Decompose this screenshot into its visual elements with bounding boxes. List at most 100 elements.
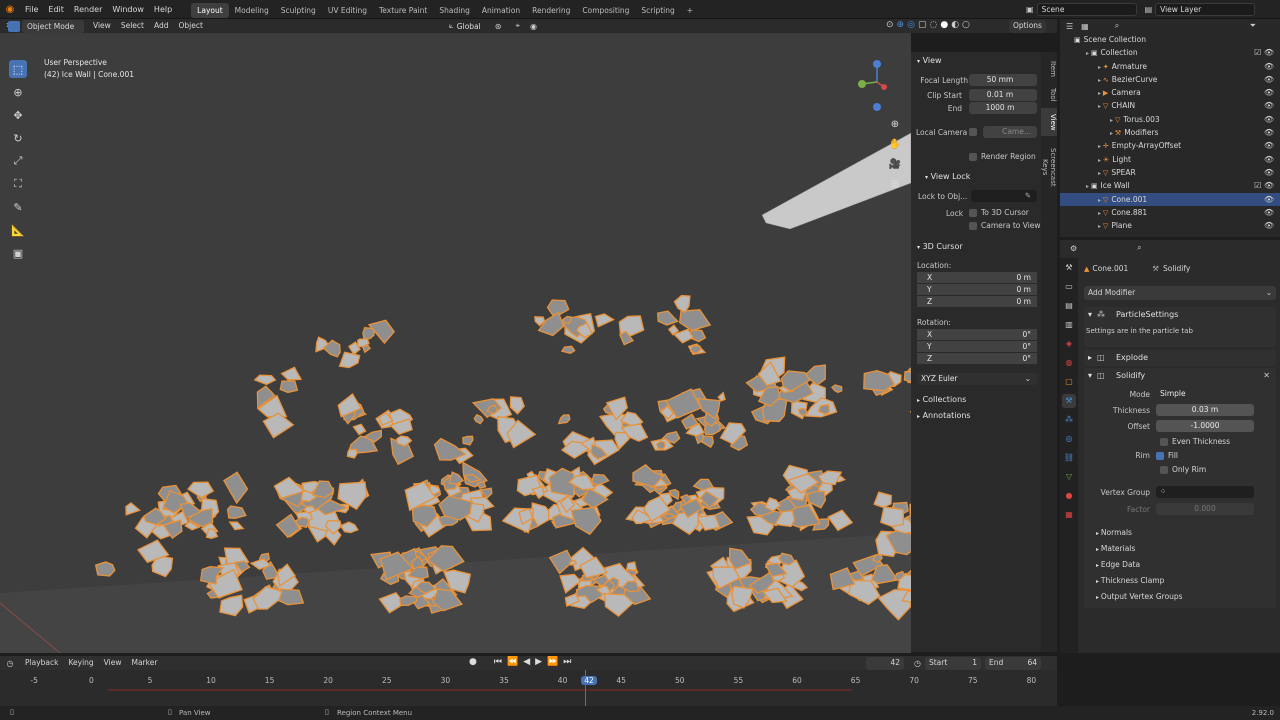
next-keyframe-icon[interactable]: ⏩	[547, 657, 558, 667]
wireframe-shading-icon[interactable]: ◌	[929, 20, 937, 30]
tab-shading[interactable]: Shading	[433, 3, 475, 18]
tab-animation[interactable]: Animation	[476, 3, 526, 18]
solid-shading-icon[interactable]: ●	[940, 20, 948, 30]
visibility-eye-icon[interactable]: 👁	[1264, 73, 1274, 86]
grid-icon[interactable]: ⊞	[887, 175, 903, 195]
3d-viewport[interactable]: User Perspective (42) Ice Wall | Cone.00…	[0, 33, 911, 653]
outliner-row[interactable]: ▸ ✛ Empty-ArrayOffset 👁	[1060, 139, 1280, 152]
tool-properties-icon[interactable]: ⚒	[1062, 261, 1076, 275]
record-icon[interactable]: ●	[469, 657, 477, 667]
data-properties-icon[interactable]: ▽	[1062, 470, 1076, 484]
solidify-mode-dropdown[interactable]: Simple	[1156, 388, 1254, 400]
outliner-row[interactable]: ▸ ▶ Camera 👁	[1060, 86, 1280, 99]
tab-scripting[interactable]: Scripting	[635, 3, 680, 18]
jump-end-icon[interactable]: ⏭	[563, 657, 571, 667]
ice-shard[interactable]	[903, 371, 911, 383]
view-layer-selector[interactable]: View Layer	[1155, 3, 1256, 16]
visibility-eye-icon[interactable]: 👁	[1264, 139, 1274, 152]
options-dropdown[interactable]: Options	[1009, 20, 1046, 33]
lock-to-3d-cursor-checkbox[interactable]	[969, 209, 977, 217]
outliner-row[interactable]: ▸ ▽ CHAIN 👁	[1060, 99, 1280, 112]
ice-shard[interactable]	[880, 506, 904, 528]
outliner-row[interactable]: ▸ ∿ BezierCurve 👁	[1060, 73, 1280, 86]
zoom-icon[interactable]: ⊕	[887, 115, 903, 135]
properties-editor-icon[interactable]: ⚙	[1070, 244, 1077, 253]
transform-orientation-selector[interactable]: Global	[457, 22, 481, 31]
timeline-menu-marker[interactable]: Marker	[126, 656, 162, 670]
visibility-eye-icon[interactable]: 👁	[1264, 60, 1274, 73]
tab-rendering[interactable]: Rendering	[526, 3, 576, 18]
rotate-tool-icon[interactable]: ↻	[9, 129, 27, 147]
gizmo-icon[interactable]: ⊕	[897, 20, 905, 30]
menu-window[interactable]: Window	[107, 0, 149, 19]
tab-uv-editing[interactable]: UV Editing	[322, 3, 373, 18]
pivot-icon[interactable]: ⊛	[495, 22, 502, 31]
outliner-row[interactable]: ▸ ▣ Ice Wall ☑ 👁	[1060, 179, 1280, 192]
rotation-mode-dropdown[interactable]: XYZ Euler ⌄	[917, 373, 1037, 385]
factor-field[interactable]: 0.000	[1156, 503, 1254, 515]
collections-header[interactable]: Collections	[923, 395, 967, 404]
move-tool-icon[interactable]: ✥	[9, 106, 27, 124]
cursor-location-x[interactable]: X0 m	[917, 272, 1037, 284]
constraint-properties-icon[interactable]: ⛓	[1062, 451, 1076, 465]
scene-collection-row[interactable]: ▣ Scene Collection	[1060, 33, 1280, 46]
visibility-eye-icon[interactable]: 👁	[1264, 86, 1274, 99]
outliner-row[interactable]: ▸ ⚒ Modifiers 👁	[1060, 126, 1280, 139]
cursor-location-z[interactable]: Z0 m	[917, 296, 1037, 308]
mode-selector[interactable]: Object Mode	[22, 19, 84, 33]
viewport-menu-object[interactable]: Object	[173, 19, 207, 33]
current-frame-field[interactable]: 42	[866, 657, 904, 670]
viewport-menu-select[interactable]: Select	[116, 19, 149, 33]
start-frame-field[interactable]: Start 1	[924, 657, 981, 670]
filter-icon[interactable]: ⏷	[1250, 21, 1256, 31]
local-camera-checkbox[interactable]	[969, 127, 977, 136]
measure-tool-icon[interactable]: 📐	[9, 221, 27, 239]
visibility-eye-icon[interactable]: 👁	[1264, 153, 1274, 166]
offset-field[interactable]: -1.0000	[1156, 420, 1254, 432]
visibility-eye-icon[interactable]: 👁	[1264, 113, 1274, 126]
view-section-header[interactable]: View	[923, 56, 942, 65]
menu-edit[interactable]: Edit	[43, 0, 69, 19]
even-thickness-checkbox[interactable]	[1160, 437, 1168, 446]
eyedropper-icon[interactable]: ✎	[1025, 191, 1031, 200]
cursor-tool-icon[interactable]: ⊕	[9, 83, 27, 101]
display-mode-icon[interactable]: ▦	[1081, 22, 1089, 31]
play-reverse-icon[interactable]: ◀	[523, 657, 530, 667]
render-region-checkbox[interactable]	[969, 153, 977, 161]
add-modifier-button[interactable]: Add Modifier ⌄	[1084, 286, 1276, 300]
outliner-row[interactable]: ▸ ▽ SPEAR 👁	[1060, 166, 1280, 179]
navigation-gizmo[interactable]	[852, 57, 902, 112]
tab-modeling[interactable]: Modeling	[229, 3, 275, 18]
tab-layout[interactable]: Layout	[191, 2, 229, 18]
physics-properties-icon[interactable]: ◎	[1062, 432, 1076, 446]
subpanel-header[interactable]: ▸ Edge Data	[1084, 557, 1276, 573]
rendered-shading-icon[interactable]: ○	[962, 20, 970, 30]
timeline-menu-playback[interactable]: Playback	[20, 656, 63, 670]
ice-shard[interactable]	[346, 448, 358, 459]
tab-sculpting[interactable]: Sculpting	[275, 3, 322, 18]
timeline-editor-icon[interactable]: ◷	[0, 659, 20, 668]
overlay-icon[interactable]: ◎	[907, 20, 915, 30]
cursor-rotation-x[interactable]: X 0°	[917, 329, 1037, 341]
timeline-menu-keying[interactable]: Keying	[63, 656, 98, 670]
select-box-tool-icon[interactable]: ⬚	[9, 60, 27, 78]
ice-shard[interactable]	[560, 345, 576, 354]
blender-logo-icon[interactable]: ◉	[0, 4, 20, 15]
viewport-menu-view[interactable]: View	[88, 19, 116, 33]
visibility-eye-icon[interactable]: 👁	[1264, 126, 1274, 139]
local-camera-field[interactable]: Came...	[983, 126, 1037, 138]
jump-start-icon[interactable]: ⏮	[494, 657, 502, 667]
thickness-field[interactable]: 0.03 m	[1156, 404, 1254, 416]
cursor-rotation-y[interactable]: Y 0°	[917, 341, 1037, 353]
visibility-eye-icon[interactable]: 👁	[1264, 206, 1274, 219]
menu-help[interactable]: Help	[149, 0, 177, 19]
outliner-editor-icon[interactable]: ☰	[1066, 22, 1073, 31]
vertex-group-field[interactable]: ⁘	[1156, 486, 1254, 498]
view-layer-icon[interactable]: ▤	[1145, 5, 1153, 14]
outliner-row[interactable]: ▸ ✦ Armature 👁	[1060, 60, 1280, 73]
viewport-menu-add[interactable]: Add	[149, 19, 174, 33]
explode-header[interactable]: ▸ ◫ Explode	[1084, 350, 1276, 366]
subpanel-header[interactable]: ▸ Normals	[1084, 525, 1276, 541]
subpanel-header[interactable]: ▸ Output Vertex Groups	[1084, 589, 1276, 605]
properties-search-icon[interactable]: ⌕	[1137, 243, 1141, 253]
